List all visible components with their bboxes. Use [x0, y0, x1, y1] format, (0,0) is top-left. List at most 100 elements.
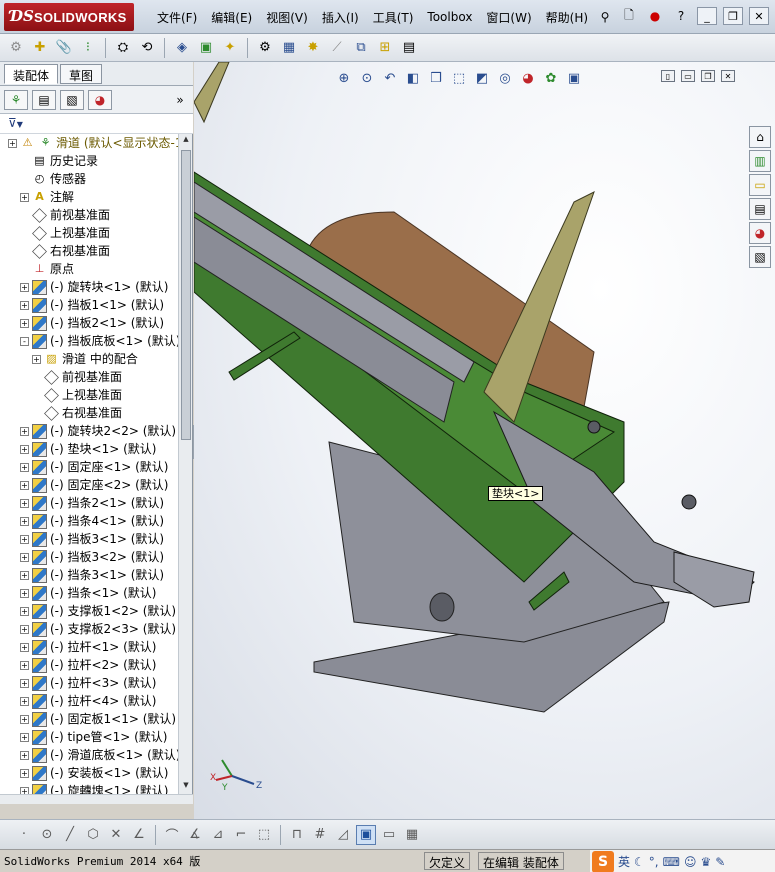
expand-icon[interactable]: +	[20, 300, 29, 310]
menu-help[interactable]: 帮助(H)	[539, 9, 595, 26]
tree-item[interactable]: + (-) 挡条<1> (默认)	[0, 584, 178, 602]
pin-icon[interactable]: ⚲	[595, 7, 615, 27]
smart-dimension-icon[interactable]: ⊓	[287, 825, 307, 845]
viewport-close-icon[interactable]: ✕	[721, 70, 735, 82]
solidworks-logo[interactable]: ƊS SOLIDWORKS	[4, 3, 134, 31]
file-explorer-icon[interactable]: ▭	[749, 174, 771, 196]
trim-icon[interactable]: ✕	[106, 825, 126, 845]
tree-item[interactable]: + (-) 滑道底板<1> (默认)	[0, 746, 178, 764]
minimize-button[interactable]: _	[697, 7, 717, 25]
expand-icon[interactable]: +	[20, 750, 29, 760]
view-orientation-icon[interactable]: ⬚	[449, 68, 469, 88]
expand-icon[interactable]: +	[20, 642, 29, 652]
tree-item[interactable]: - (-) 挡板底板<1> (默认)	[0, 332, 178, 350]
zoom-to-area-icon[interactable]: ⊙	[357, 68, 377, 88]
convert-entities-icon[interactable]: ⊿	[208, 825, 228, 845]
tree-item[interactable]: 右视基准面	[0, 242, 178, 260]
expand-icon[interactable]: +	[20, 318, 29, 328]
filter-dropdown-icon[interactable]: ▼	[17, 120, 23, 129]
fillet-icon[interactable]: ⌒	[162, 825, 182, 845]
menu-toolbox[interactable]: Toolbox	[420, 10, 479, 24]
explode-line-sketch-icon[interactable]: ⟋	[327, 38, 347, 58]
tree-item[interactable]: 前视基准面	[0, 206, 178, 224]
line-icon[interactable]: ╱	[60, 825, 80, 845]
ime-moon-icon[interactable]: ☾	[634, 855, 645, 869]
insert-component-icon[interactable]: ✚	[30, 38, 50, 58]
bill-of-materials-icon[interactable]: ▦	[279, 38, 299, 58]
edit-appearance-icon[interactable]: ◕	[518, 68, 538, 88]
tree-vertical-scrollbar[interactable]: ▲ ▼	[178, 134, 192, 794]
tree-item[interactable]: + (-) 挡板3<2> (默认)	[0, 548, 178, 566]
expand-icon[interactable]: +	[20, 714, 29, 724]
expand-icon[interactable]: +	[20, 732, 29, 742]
polygon-icon[interactable]: ⬡	[83, 825, 103, 845]
expand-icon[interactable]: +	[20, 534, 29, 544]
expand-icon[interactable]: +	[20, 588, 29, 598]
expand-icon[interactable]: +	[20, 444, 29, 454]
previous-view-icon[interactable]: ↶	[380, 68, 400, 88]
reference-geometry-icon[interactable]: ✦	[220, 38, 240, 58]
design-library-icon[interactable]: ▥	[749, 150, 771, 172]
filter-icon[interactable]: ⊽	[8, 116, 17, 130]
viewport-split-icon[interactable]: ▯	[661, 70, 675, 82]
tree-item[interactable]: + (-) 挡条2<1> (默认)	[0, 494, 178, 512]
point-icon[interactable]: ·	[14, 825, 34, 845]
feature-manager-tree-icon[interactable]: ⚘	[4, 90, 28, 110]
exploded-view-icon[interactable]: ✸	[303, 38, 323, 58]
view-settings-icon[interactable]: ▣	[564, 68, 584, 88]
dynamic-annotation-icon[interactable]: ❒	[426, 68, 446, 88]
show-hidden-icon[interactable]: ◈	[172, 38, 192, 58]
configuration-manager-icon[interactable]: ▧	[60, 90, 84, 110]
expand-icon[interactable]: +	[20, 192, 29, 202]
tree-item[interactable]: + (-) 挡板2<1> (默认)	[0, 314, 178, 332]
angle-icon[interactable]: ∠	[129, 825, 149, 845]
ime-settings-icon[interactable]: ✎	[715, 855, 725, 869]
expand-icon[interactable]: +	[20, 516, 29, 526]
clearance-verification-icon[interactable]: ⊞	[375, 38, 395, 58]
expand-icon[interactable]: +	[32, 354, 41, 364]
tree-item[interactable]: + (-) 拉杆<1> (默认)	[0, 638, 178, 656]
tree-item[interactable]: + (-) 挡板1<1> (默认)	[0, 296, 178, 314]
ime-punctuation-icon[interactable]: °,	[649, 855, 659, 869]
offset-entities-icon[interactable]: ⬚	[254, 825, 274, 845]
tree-item[interactable]: 上视基准面	[0, 224, 178, 242]
tree-horizontal-scrollbar[interactable]	[0, 794, 193, 804]
expand-icon[interactable]: +	[20, 786, 29, 794]
new-document-icon[interactable]: 🗋	[619, 6, 639, 26]
expand-icon[interactable]: +	[20, 462, 29, 472]
tree-item[interactable]: ⊥ 原点	[0, 260, 178, 278]
shaded-display-icon[interactable]: ▣	[356, 824, 376, 845]
expand-icon[interactable]: +	[20, 570, 29, 580]
tree-item[interactable]: + (-) 旋转块2<2> (默认)	[0, 422, 178, 440]
apply-scene-icon[interactable]: ✿	[541, 68, 561, 88]
tree-item[interactable]: + ⚠ ⚘ 滑道 (默认<显示状态-1>	[0, 134, 178, 152]
expand-icon[interactable]: +	[20, 282, 29, 292]
expand-icon[interactable]: +	[20, 678, 29, 688]
expand-icon[interactable]: +	[20, 552, 29, 562]
display-style-icon[interactable]: ◩	[472, 68, 492, 88]
display-manager-icon[interactable]: ◕	[88, 90, 112, 110]
expand-icon[interactable]: +	[20, 426, 29, 436]
property-manager-icon[interactable]: ▤	[32, 90, 56, 110]
view-layout-icon[interactable]: ▭	[379, 825, 399, 845]
smart-fasteners-icon[interactable]: ⛭	[113, 38, 133, 58]
tree-item[interactable]: 上视基准面	[0, 386, 178, 404]
expand-icon[interactable]: +	[20, 696, 29, 706]
tab-assembly[interactable]: 装配体	[4, 64, 59, 84]
tree-item[interactable]: + (-) 拉杆<4> (默认)	[0, 692, 178, 710]
menu-insert[interactable]: 插入(I)	[315, 9, 366, 26]
tree-item[interactable]: + (-) 固定座<2> (默认)	[0, 476, 178, 494]
expand-icon[interactable]: +	[20, 624, 29, 634]
table-view-icon[interactable]: ▦	[402, 825, 422, 845]
ime-keyboard-icon[interactable]: ⌨	[663, 855, 680, 869]
tree-item[interactable]: 前视基准面	[0, 368, 178, 386]
rebuild-traffic-light-icon[interactable]: ●	[645, 6, 665, 26]
custom-properties-icon[interactable]: ▧	[749, 246, 771, 268]
tree-item[interactable]: ▤ 历史记录	[0, 152, 178, 170]
ime-user-icon[interactable]: ☺	[684, 855, 697, 869]
close-button[interactable]: ✕	[749, 7, 769, 25]
menu-tools[interactable]: 工具(T)	[366, 9, 421, 26]
graphics-area[interactable]: ⊕ ⊙ ↶ ◧ ❒ ⬚ ◩ ◎ ◕ ✿ ▣ ▯ ▭ ❐ ✕ ⌂ ▥ ▭ ▤ ◕ …	[194, 62, 775, 819]
tree-item[interactable]: + (-) 支撑板1<2> (默认)	[0, 602, 178, 620]
interference-detection-icon[interactable]: ⧉	[351, 38, 371, 58]
